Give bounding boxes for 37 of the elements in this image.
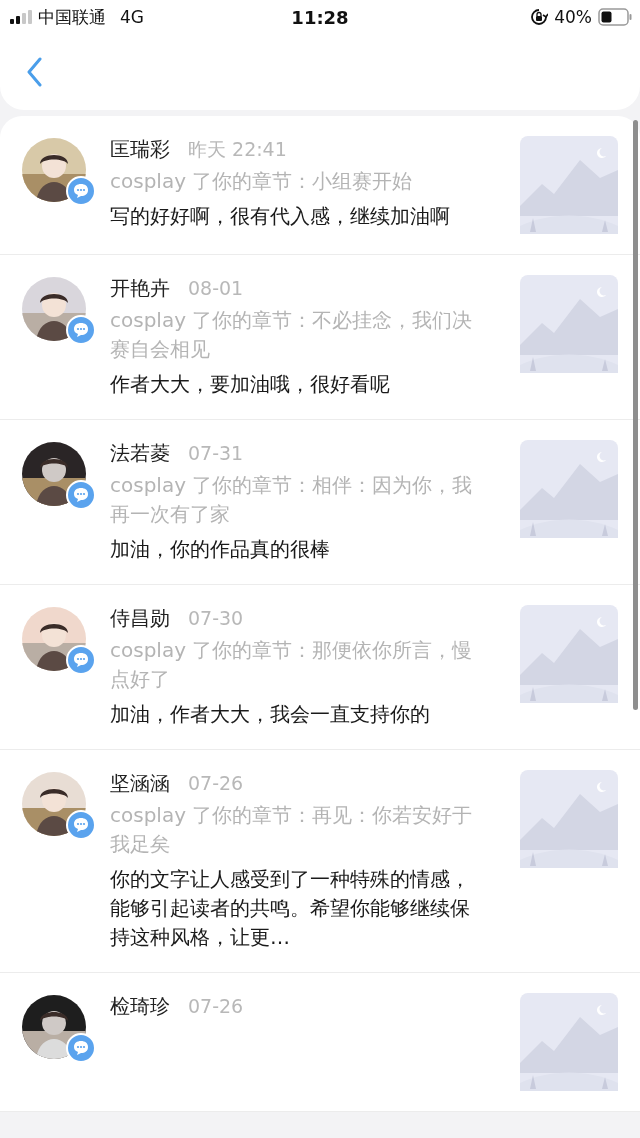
user-name: 坚涵涵 [110,770,170,797]
comment-text: 你的文字让人感受到了一种特殊的情感，能够引起读者的共鸣。希望你能够继续保持这种风格，让更… [110,866,471,951]
chapter-reference: cosplay 了你的章节：再见：你若安好于我足矣 [110,802,474,858]
rotation-lock-icon [530,8,549,26]
comment-badge-icon [66,480,96,510]
comment-time: 昨天 22:41 [188,137,287,162]
comment-badge-icon [66,315,96,345]
comment-badge-icon [66,1033,96,1063]
chapter-reference: cosplay 了你的章节：相伴：因为你，我再一次有了家 [110,472,474,528]
battery-icon [598,8,632,26]
comment-text: 写的好好啊，很有代入感，继续加油啊 [110,203,451,230]
scrollbar[interactable] [633,120,638,710]
user-name: 开艳卉 [110,275,170,302]
chapter-reference: cosplay 了你的章节：不必挂念，我们决赛自会相见 [110,307,474,363]
signal-icon [10,10,32,24]
comment-time: 07-26 [188,772,244,794]
comment-badge-icon [66,810,96,840]
user-name: 法若菱 [110,440,170,467]
comment-text: 作者大大，要加油哦，很好看呢 [110,371,391,398]
chapter-reference: cosplay 了你的章节：那便依你所言，慢点好了 [110,637,474,693]
clock-time: 11:28 [291,6,349,28]
user-name: 检琦珍 [110,993,170,1020]
back-icon[interactable] [26,57,42,87]
carrier-name: 中国联通 [38,5,106,29]
comment-badge-icon [66,645,96,675]
network-type: 4G [120,7,144,27]
comment-text: 加油，你的作品真的很棒 [110,536,331,563]
chapter-reference: cosplay 了你的章节：小组赛开始 [110,168,414,195]
comment-badge-icon [66,176,96,206]
comment-text: 加油，作者大大，我会一直支持你的 [110,701,431,728]
comment-time: 07-31 [188,442,244,464]
comment-time: 08-01 [188,277,244,299]
comment-time: 07-26 [188,995,244,1017]
battery-percent: 40% [554,7,592,27]
user-name: 匡瑞彩 [110,136,170,163]
user-name: 侍昌勋 [110,605,170,632]
comment-time: 07-30 [188,607,244,629]
